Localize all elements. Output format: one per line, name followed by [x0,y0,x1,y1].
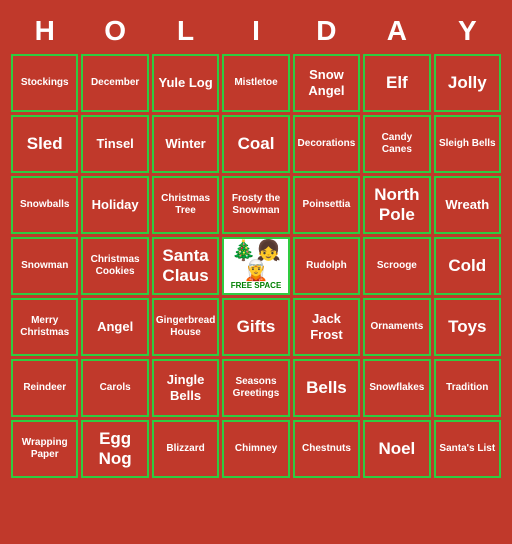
bingo-cell[interactable]: Tinsel [81,115,148,173]
bingo-cell[interactable]: Egg Nog [81,420,148,478]
bingo-cell[interactable]: Holiday [81,176,148,234]
bingo-cell[interactable]: Snowballs [11,176,78,234]
bingo-cell[interactable]: Ornaments [363,298,430,356]
header-letter: I [222,11,289,51]
bingo-cell[interactable]: Christmas Cookies [81,237,148,295]
bingo-cell[interactable]: Tradition [434,359,501,417]
bingo-cell[interactable]: Snow Angel [293,54,360,112]
bingo-cell[interactable]: Poinsettia [293,176,360,234]
bingo-cell[interactable]: Elf [363,54,430,112]
bingo-cell[interactable]: Santa's List [434,420,501,478]
bingo-cell[interactable]: December [81,54,148,112]
bingo-cell[interactable]: Frosty the Snowman [222,176,289,234]
bingo-cell[interactable]: Chestnuts [293,420,360,478]
bingo-cell[interactable]: Wreath [434,176,501,234]
bingo-cell[interactable]: Snowman [11,237,78,295]
bingo-cell[interactable]: Snowflakes [363,359,430,417]
bingo-cell[interactable]: Blizzard [152,420,219,478]
bingo-cell[interactable]: Gingerbread House [152,298,219,356]
header-row: HOLIDAY [11,11,501,51]
header-letter: H [11,11,78,51]
bingo-cell[interactable]: Yule Log [152,54,219,112]
bingo-cell[interactable]: Jolly [434,54,501,112]
bingo-cell[interactable]: Seasons Greetings [222,359,289,417]
header-letter: D [293,11,360,51]
bingo-cell[interactable]: Scrooge [363,237,430,295]
bingo-cell[interactable]: Mistletoe [222,54,289,112]
bingo-cell[interactable]: Noel [363,420,430,478]
bingo-grid: StockingsDecemberYule LogMistletoeSnow A… [11,54,501,478]
bingo-cell[interactable]: Sleigh Bells [434,115,501,173]
bingo-cell[interactable]: Carols [81,359,148,417]
header-letter: L [152,11,219,51]
bingo-cell[interactable]: Bells [293,359,360,417]
bingo-cell[interactable]: Chimney [222,420,289,478]
bingo-cell[interactable]: Gifts [222,298,289,356]
header-letter: Y [434,11,501,51]
bingo-cell[interactable]: Stockings [11,54,78,112]
bingo-cell[interactable]: Decorations [293,115,360,173]
bingo-cell[interactable]: Merry Christmas [11,298,78,356]
bingo-cell[interactable]: Reindeer [11,359,78,417]
bingo-cell[interactable]: Coal [222,115,289,173]
bingo-cell[interactable]: Toys [434,298,501,356]
bingo-cell[interactable]: Christmas Tree [152,176,219,234]
bingo-cell[interactable]: Sled [11,115,78,173]
bingo-card: HOLIDAY StockingsDecemberYule LogMistlet… [3,3,509,541]
bingo-cell[interactable]: Jingle Bells [152,359,219,417]
bingo-cell[interactable]: North Pole [363,176,430,234]
bingo-cell[interactable]: Jack Frost [293,298,360,356]
header-letter: O [81,11,148,51]
bingo-cell[interactable]: Angel [81,298,148,356]
bingo-cell[interactable]: Cold [434,237,501,295]
bingo-cell[interactable]: Winter [152,115,219,173]
bingo-cell[interactable]: Rudolph [293,237,360,295]
bingo-cell[interactable]: 🎄👧🧝 FREE SPACE [222,237,289,295]
header-letter: A [363,11,430,51]
bingo-cell[interactable]: Wrapping Paper [11,420,78,478]
bingo-cell[interactable]: Santa Claus [152,237,219,295]
bingo-cell[interactable]: Candy Canes [363,115,430,173]
